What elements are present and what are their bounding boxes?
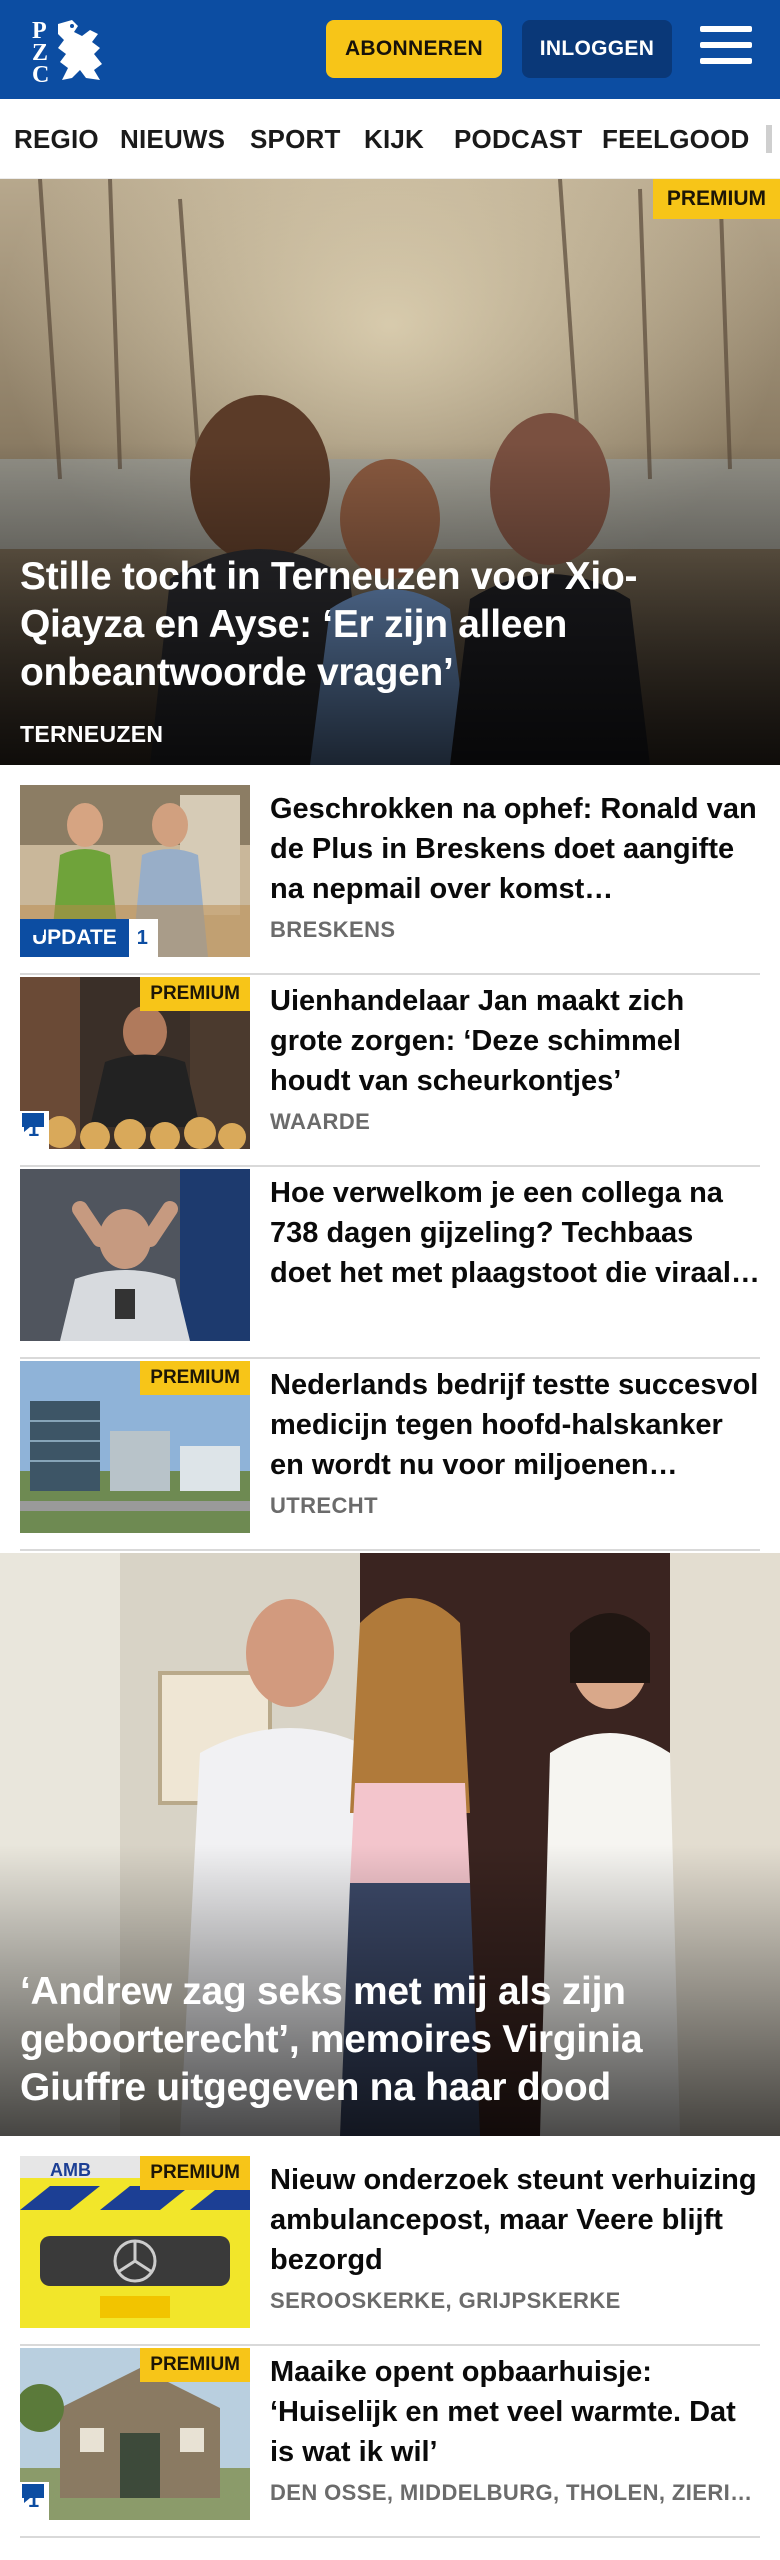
pzc-logo[interactable]: P Z C — [28, 14, 112, 88]
hero-location: TERNEUZEN — [20, 721, 164, 747]
list-item[interactable]: Hoe verwelkom je een collega na 738 dage… — [20, 1169, 760, 1359]
comment-count[interactable]: 1 — [22, 919, 158, 957]
comment-icon — [22, 1113, 44, 1132]
article-location: WAARDE — [270, 1109, 371, 1134]
hamburger-menu-icon[interactable] — [700, 26, 752, 72]
nav-item-regio[interactable]: REGIO — [14, 99, 99, 178]
list-item[interactable]: PREMIUM Nederlands bedrijf testte succes… — [20, 1361, 760, 1551]
nav-item-feelgood[interactable]: FEELGOOD — [602, 99, 750, 178]
premium-badge: PREMIUM — [140, 2348, 250, 2382]
comment-icon — [22, 921, 44, 940]
article-location: UTRECHT — [270, 1493, 378, 1518]
nav-item-nieuws[interactable]: NIEUWS — [120, 99, 225, 178]
premium-badge: PREMIUM — [140, 2156, 250, 2190]
hero-article-giuffre[interactable]: ‘Andrew zag seks met mij als zijn geboor… — [0, 1553, 780, 2136]
site-header: P Z C ABONNEREN INLOGGEN — [0, 0, 780, 99]
list-item[interactable]: PREMIUM 1 Maaike opent opbaarhuisje: ‘Hu… — [20, 2348, 760, 2538]
article-title[interactable]: Uienhandelaar Jan maakt zich grote zorge… — [270, 981, 760, 1101]
comment-count[interactable]: 1 — [20, 1111, 50, 1149]
list-item[interactable]: UPDATE 1 Geschrokken na ophef: Ronald va… — [20, 785, 760, 975]
subscribe-button[interactable]: ABONNEREN — [326, 20, 502, 78]
ambulance-lettering: AMB — [50, 2160, 91, 2180]
nav-item-sport[interactable]: SPORT — [250, 99, 341, 178]
logo-letter-c: C — [32, 62, 49, 86]
article-location: BRESKENS — [270, 917, 396, 942]
article-thumbnail: AMB PREMIUM — [20, 2156, 250, 2328]
premium-badge: PREMIUM — [652, 179, 780, 219]
premium-badge: PREMIUM — [140, 1361, 250, 1395]
article-thumbnail: PREMIUM — [20, 1361, 250, 1533]
article-title[interactable]: Nederlands bedrijf testte succesvol medi… — [270, 1365, 760, 1485]
article-title[interactable]: Maaike opent opbaarhuisje: ‘Huiselijk en… — [270, 2352, 760, 2472]
article-location: SEROOSKERKE, GRIJPSKERKE — [270, 2288, 621, 2313]
article-title[interactable]: Hoe verwelkom je een collega na 738 dage… — [270, 1173, 760, 1293]
list-item[interactable]: AMB PREMIUM Nieuw onderzoek steunt verhu… — [20, 2156, 760, 2346]
list-item[interactable]: PREMIUM 1 Uienhandelaar Jan maakt zich g… — [20, 977, 760, 1167]
section-nav: REGIO NIEUWS SPORT KIJK PODCAST FEELGOOD — [0, 99, 780, 179]
nav-overflow-indicator — [766, 125, 772, 153]
comment-icon — [22, 2484, 44, 2503]
article-thumbnail: UPDATE 1 — [20, 785, 250, 957]
article-thumbnail — [20, 1169, 250, 1341]
hero-title[interactable]: ‘Andrew zag seks met mij als zijn geboor… — [20, 1968, 760, 2112]
nav-item-podcast[interactable]: PODCAST — [454, 99, 583, 178]
comment-count[interactable]: 1 — [20, 2482, 50, 2520]
article-thumbnail: PREMIUM 1 — [20, 977, 250, 1149]
hero-article-terneuzen[interactable]: PREMIUM Stille tocht in Terneuzen voor X… — [0, 179, 780, 765]
premium-badge: PREMIUM — [140, 977, 250, 1011]
nav-item-kijk[interactable]: KIJK — [364, 99, 424, 178]
hero-title[interactable]: Stille tocht in Terneuzen voor Xio-Qiayz… — [20, 553, 760, 697]
article-title[interactable]: Geschrokken na ophef: Ronald van de Plus… — [270, 789, 760, 909]
article-location: DEN OSSE, MIDDELBURG, THOLEN, ZIERIKZEE — [270, 2480, 760, 2505]
login-button[interactable]: INLOGGEN — [522, 20, 672, 78]
article-title[interactable]: Nieuw onderzoek steunt verhuizing ambula… — [270, 2160, 760, 2280]
article-thumbnail: PREMIUM 1 — [20, 2348, 250, 2520]
